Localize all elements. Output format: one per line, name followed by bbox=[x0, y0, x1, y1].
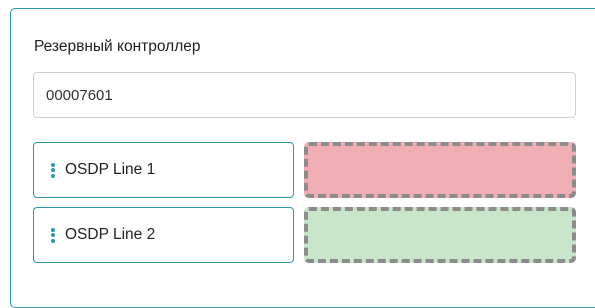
osdp-line-2-item[interactable]: OSDP Line 2 bbox=[33, 207, 294, 263]
drag-handle-icon[interactable] bbox=[51, 227, 55, 243]
osdp-line-2-label: OSDP Line 2 bbox=[65, 226, 156, 243]
reserve-controller-input[interactable] bbox=[33, 72, 576, 118]
drag-handle-icon[interactable] bbox=[51, 162, 55, 178]
osdp-line-1-label: OSDP Line 1 bbox=[65, 161, 156, 178]
drop-zone-line-1[interactable] bbox=[304, 142, 576, 198]
drop-zone-line-2[interactable] bbox=[304, 207, 576, 263]
reserve-controller-label: Резервный контроллер bbox=[34, 38, 201, 55]
osdp-line-1-item[interactable]: OSDP Line 1 bbox=[33, 142, 294, 198]
